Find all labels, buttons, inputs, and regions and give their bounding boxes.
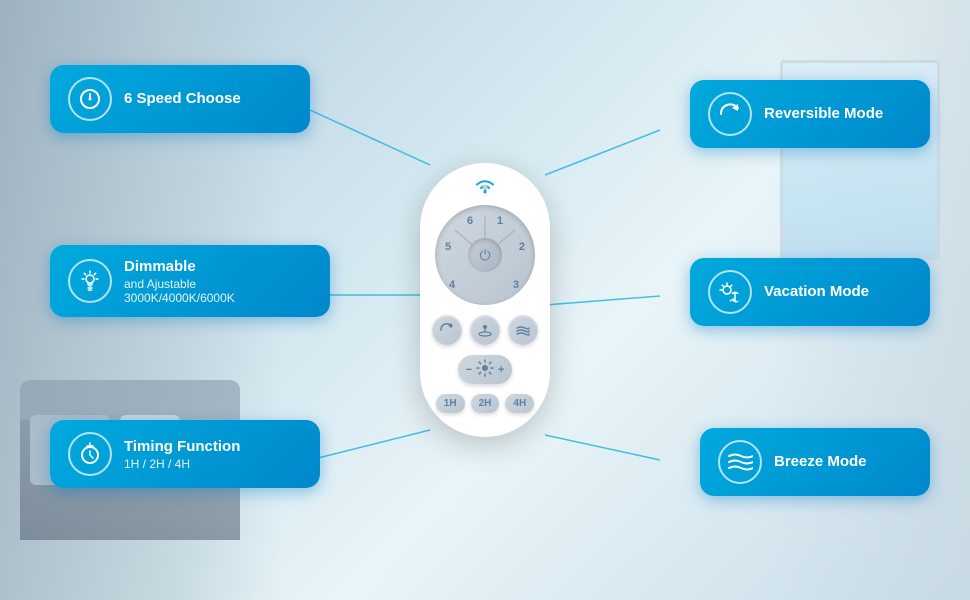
reversible-text: Reversible Mode [764,104,883,124]
dimmable-subtitle2: 3000K/4000K/6000K [124,291,235,305]
timer-1h[interactable]: 1H [436,394,465,413]
dimmable-title: Dimmable [124,257,235,277]
brightness-icon [476,359,494,380]
breeze-button[interactable] [508,315,538,345]
timer-4h[interactable]: 4H [505,394,534,413]
speed-icon [68,77,112,121]
speed-text: 6 Speed Choose [124,89,241,109]
speed-choose-box: 6 Speed Choose [50,65,310,133]
dimmable-icon [68,259,112,303]
timing-title: Timing Function [124,437,240,457]
breeze-text: Breeze Mode [774,452,867,472]
vacation-box: Vacation Mode [690,258,930,326]
brightness-plus[interactable]: + [498,364,504,376]
reversible-title: Reversible Mode [764,104,883,124]
timer-buttons: 1H 2H 4H [436,394,534,413]
remote-dot [483,185,488,190]
vacation-text: Vacation Mode [764,282,869,302]
brightness-control: − + [458,355,513,384]
brightness-minus[interactable]: − [466,364,472,376]
reversible-box: Reversible Mode [690,80,930,148]
timing-icon [68,432,112,476]
function-buttons [432,315,538,345]
breeze-box: Breeze Mode [700,428,930,496]
dimmable-subtitle1: and Ajustable [124,277,235,291]
timer-2h[interactable]: 2H [471,394,500,413]
remote-control: 6 1 2 3 4 5 ⏻ [420,163,550,437]
speed-dial: 6 1 2 3 4 5 ⏻ [435,205,535,305]
vacation-icon [708,270,752,314]
dimmable-box: Dimmable and Ajustable 3000K/4000K/6000K [50,245,330,317]
vacation-title: Vacation Mode [764,282,869,302]
speed-title: 6 Speed Choose [124,89,241,109]
power-center-button[interactable]: ⏻ [468,238,502,272]
breeze-title: Breeze Mode [774,452,867,472]
reverse-button[interactable] [432,315,462,345]
dimmable-text: Dimmable and Ajustable 3000K/4000K/6000K [124,257,235,305]
vacation-button[interactable] [470,315,500,345]
timing-text: Timing Function 1H / 2H / 4H [124,437,240,471]
reversible-icon [708,92,752,136]
timing-subtitle: 1H / 2H / 4H [124,457,240,471]
timing-box: Timing Function 1H / 2H / 4H [50,420,320,488]
breeze-icon [718,440,762,484]
